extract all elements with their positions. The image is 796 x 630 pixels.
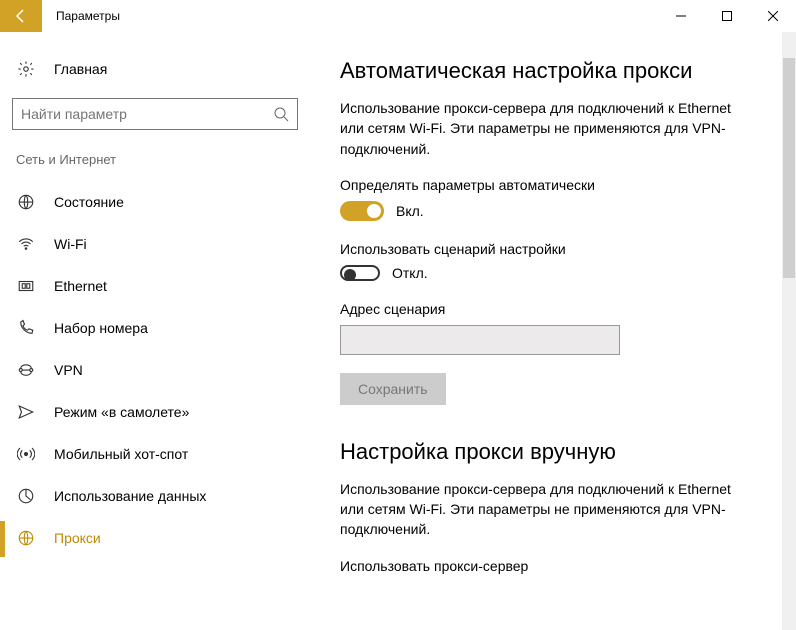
sidebar-item-airplane[interactable]: Режим «в самолете» <box>0 391 310 433</box>
use-script-toggle[interactable] <box>340 265 380 281</box>
minimize-icon <box>676 11 686 21</box>
maximize-button[interactable] <box>704 0 750 32</box>
use-script-label: Использовать сценарий настройки <box>340 241 776 257</box>
scrollbar-thumb[interactable] <box>783 58 795 278</box>
window-controls <box>658 0 796 32</box>
sidebar-item-hotspot[interactable]: Мобильный хот-спот <box>0 433 310 475</box>
sidebar-item-label: Мобильный хот-спот <box>54 446 188 462</box>
sidebar-item-label: VPN <box>54 362 83 378</box>
content-area: Автоматическая настройка прокси Использо… <box>310 32 796 630</box>
auto-proxy-heading: Автоматическая настройка прокси <box>340 58 776 84</box>
search-icon <box>273 106 289 122</box>
script-address-label: Адрес сценария <box>340 301 776 317</box>
sidebar: Главная Сеть и Интернет Состояние Wi-Fi … <box>0 32 310 630</box>
sidebar-item-label: Состояние <box>54 194 124 210</box>
globe-icon <box>16 193 36 211</box>
maximize-icon <box>722 11 732 21</box>
manual-proxy-description: Использование прокси-сервера для подключ… <box>340 479 750 540</box>
gear-icon <box>16 60 36 78</box>
window-title: Параметры <box>56 9 120 23</box>
auto-proxy-description: Использование прокси-сервера для подключ… <box>340 98 750 159</box>
use-proxy-label: Использовать прокси-сервер <box>340 558 776 574</box>
sidebar-item-datausage[interactable]: Использование данных <box>0 475 310 517</box>
hotspot-icon <box>16 445 36 463</box>
vpn-icon <box>16 361 36 379</box>
sidebar-item-label: Wi-Fi <box>54 236 87 252</box>
scrollbar[interactable] <box>782 32 796 630</box>
manual-proxy-heading: Настройка прокси вручную <box>340 439 776 465</box>
auto-detect-toggle[interactable] <box>340 201 384 221</box>
save-button[interactable]: Сохранить <box>340 373 446 405</box>
selection-indicator <box>0 521 5 557</box>
back-button[interactable] <box>0 0 42 32</box>
titlebar: Параметры <box>0 0 796 32</box>
ethernet-icon <box>16 277 36 295</box>
phone-icon <box>16 319 36 337</box>
sidebar-item-dialup[interactable]: Набор номера <box>0 307 310 349</box>
arrow-left-icon <box>13 8 29 24</box>
sidebar-category: Сеть и Интернет <box>0 148 310 175</box>
close-button[interactable] <box>750 0 796 32</box>
minimize-button[interactable] <box>658 0 704 32</box>
sidebar-home-label: Главная <box>54 61 107 77</box>
sidebar-nav: Состояние Wi-Fi Ethernet Набор номера VP… <box>0 181 310 559</box>
sidebar-item-vpn[interactable]: VPN <box>0 349 310 391</box>
sidebar-item-label: Прокси <box>54 530 101 546</box>
auto-detect-state: Вкл. <box>396 203 424 219</box>
airplane-icon <box>16 403 36 421</box>
sidebar-item-ethernet[interactable]: Ethernet <box>0 265 310 307</box>
sidebar-item-label: Ethernet <box>54 278 107 294</box>
close-icon <box>768 11 778 21</box>
sidebar-item-label: Использование данных <box>54 488 206 504</box>
search-input[interactable] <box>21 106 273 122</box>
use-script-state: Откл. <box>392 265 428 281</box>
sidebar-item-proxy[interactable]: Прокси <box>0 517 310 559</box>
globe-icon <box>16 529 36 547</box>
sidebar-item-label: Набор номера <box>54 320 148 336</box>
sidebar-item-wifi[interactable]: Wi-Fi <box>0 223 310 265</box>
script-address-input[interactable] <box>340 325 620 355</box>
sidebar-item-status[interactable]: Состояние <box>0 181 310 223</box>
data-usage-icon <box>16 487 36 505</box>
sidebar-home[interactable]: Главная <box>0 54 310 88</box>
auto-detect-label: Определять параметры автоматически <box>340 177 776 193</box>
search-box[interactable] <box>12 98 298 130</box>
sidebar-item-label: Режим «в самолете» <box>54 404 189 420</box>
wifi-icon <box>16 235 36 253</box>
